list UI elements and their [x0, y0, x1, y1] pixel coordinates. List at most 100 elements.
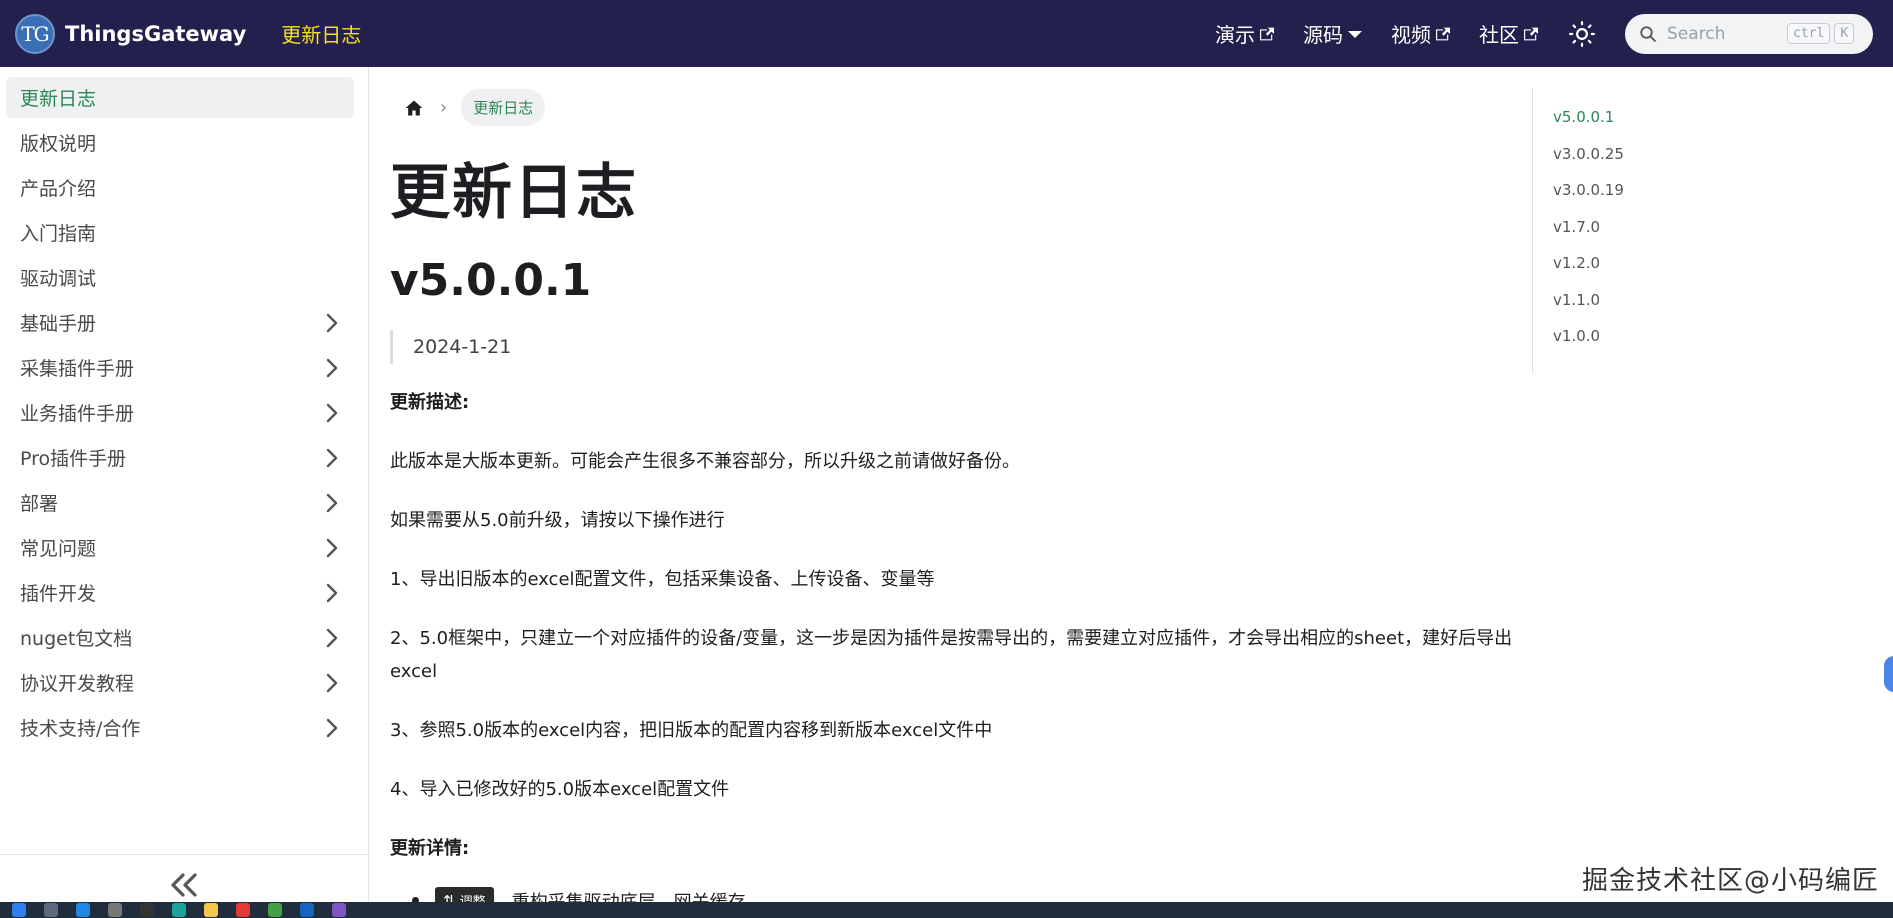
search-input[interactable] — [1667, 23, 1787, 44]
sidebar-item[interactable]: 产品介绍 — [6, 167, 354, 208]
chevron-right-icon[interactable] — [326, 718, 338, 738]
caret-down-icon — [1348, 30, 1362, 38]
sidebar-item[interactable]: 基础手册 — [6, 302, 354, 343]
external-link-icon — [1436, 27, 1450, 40]
sidebar-item-label: 协议开发教程 — [20, 673, 135, 695]
description-heading: 更新描述: — [390, 392, 470, 413]
breadcrumb: › 更新日志 — [390, 89, 1530, 126]
sidebar-item-label: 技术支持/合作 — [20, 718, 141, 740]
breadcrumb-separator: › — [440, 97, 448, 118]
sun-icon — [1569, 20, 1595, 47]
theme-toggle-button[interactable] — [1567, 19, 1597, 49]
toc-item[interactable]: v1.0.0 — [1553, 327, 1832, 364]
sidebar-item-label: 驱动调试 — [20, 268, 97, 290]
sidebar-item[interactable]: 驱动调试 — [6, 257, 354, 298]
nav-link-demo[interactable]: 演示 — [1215, 19, 1274, 48]
search-icon[interactable] — [44, 903, 58, 917]
app-icon[interactable] — [76, 903, 90, 917]
toc-item[interactable]: v1.1.0 — [1553, 291, 1832, 328]
nav-link-changelog[interactable]: 更新日志 — [281, 19, 361, 48]
sidebar-item[interactable]: Pro插件手册 — [6, 437, 354, 478]
folder-icon[interactable] — [204, 903, 218, 917]
toc-item[interactable]: v1.7.0 — [1553, 218, 1832, 255]
floating-button[interactable] — [1884, 656, 1893, 692]
search-box[interactable]: ctrl K — [1625, 13, 1873, 54]
toc-item[interactable]: v3.0.0.19 — [1553, 181, 1832, 218]
sidebar-item-label: 常见问题 — [20, 538, 97, 560]
nav-link-label: 源码 — [1303, 23, 1343, 47]
kbd-k: K — [1834, 23, 1855, 44]
nav-right: 演示 源码 视频 社区 ctrl K — [1215, 0, 1893, 67]
app-icon[interactable] — [300, 903, 314, 917]
app-icon[interactable] — [172, 903, 186, 917]
browser-icon[interactable] — [268, 903, 282, 917]
nav-link-label: 视频 — [1391, 23, 1431, 47]
paragraph: 3、参照5.0版本的excel内容，把旧版本的配置内容移到新版本excel文件中 — [390, 720, 993, 741]
chevron-right-icon[interactable] — [326, 358, 338, 378]
sidebar-item[interactable]: 常见问题 — [6, 527, 354, 568]
external-link-icon — [1260, 27, 1274, 40]
version-heading: v5.0.0.1 — [390, 255, 592, 306]
chevron-right-icon[interactable] — [326, 673, 338, 693]
kbd-ctrl: ctrl — [1787, 23, 1831, 44]
double-chevron-left-icon — [171, 872, 197, 897]
logo-icon: TG — [15, 13, 55, 54]
main-content: › 更新日志 更新日志 v5.0.0.1 2024-1-21 更新描述: 此版本… — [390, 67, 1530, 918]
navbar: TG ThingsGateway 更新日志 演示 源码 视频 社区 Search… — [0, 0, 1893, 67]
nav-link-community[interactable]: 社区 — [1479, 19, 1538, 48]
sidebar-item-label: 入门指南 — [20, 223, 97, 245]
breadcrumb-current: 更新日志 — [461, 89, 546, 126]
sidebar-item-label: 采集插件手册 — [20, 358, 135, 380]
details-heading: 更新详情: — [390, 838, 470, 859]
app-icon[interactable] — [332, 903, 346, 917]
nav-link-source[interactable]: 源码 — [1303, 19, 1362, 48]
watermark: 掘金技术社区@小码编匠 — [1582, 866, 1880, 896]
sidebar-item[interactable]: 采集插件手册 — [6, 347, 354, 388]
chevron-right-icon[interactable] — [326, 448, 338, 468]
paragraph: 4、导入已修改好的5.0版本excel配置文件 — [390, 779, 730, 800]
sidebar-item[interactable]: 更新日志 — [6, 77, 354, 118]
sidebar-item[interactable]: 版权说明 — [6, 122, 354, 163]
app-icon[interactable] — [236, 903, 250, 917]
sidebar-item[interactable]: 协议开发教程 — [6, 662, 354, 703]
chevron-right-icon[interactable] — [326, 313, 338, 333]
app-icon[interactable] — [140, 903, 154, 917]
paragraph: 1、导出旧版本的excel配置文件，包括采集设备、上传设备、变量等 — [390, 569, 935, 590]
toc-item[interactable]: v1.2.0 — [1553, 254, 1832, 291]
chevron-right-icon[interactable] — [326, 403, 338, 423]
sidebar-item-label: 插件开发 — [20, 583, 97, 605]
sidebar-list: 更新日志版权说明产品介绍入门指南驱动调试基础手册采集插件手册 业务插件手册 Pro插… — [0, 67, 368, 748]
sidebar-item[interactable]: 部署 — [6, 482, 354, 523]
chevron-right-icon[interactable] — [326, 583, 338, 603]
sidebar-item-label: 部署 — [20, 493, 59, 515]
sidebar-item-label: 产品介绍 — [20, 178, 97, 200]
external-link-icon — [1524, 27, 1538, 40]
sidebar-item-label: 业务插件手册 — [20, 403, 135, 425]
home-icon[interactable] — [402, 96, 426, 120]
settings-icon[interactable] — [108, 903, 122, 917]
toc-item[interactable]: v5.0.0.1 — [1553, 108, 1832, 145]
sidebar-item-label: 更新日志 — [20, 88, 97, 110]
nav-link-video[interactable]: 视频 — [1391, 19, 1450, 48]
sidebar-item[interactable]: 业务插件手册 — [6, 392, 354, 433]
os-taskbar — [0, 902, 1893, 918]
brand-link[interactable]: TG ThingsGateway — [15, 13, 246, 54]
search-icon — [1640, 25, 1657, 42]
sidebar-item[interactable]: 技术支持/合作 — [6, 707, 354, 748]
release-date: 2024-1-21 — [390, 330, 1530, 364]
sidebar-item[interactable]: nuget包文档 — [6, 617, 354, 658]
paragraph: 此版本是大版本更新。可能会产生很多不兼容部分，所以升级之前请做好备份。 — [390, 451, 1020, 472]
toc-item[interactable]: v3.0.0.25 — [1553, 145, 1832, 182]
sidebar-item[interactable]: 插件开发 — [6, 572, 354, 613]
sidebar-item-label: nuget包文档 — [20, 628, 133, 650]
chevron-right-icon[interactable] — [326, 493, 338, 513]
chevron-right-icon[interactable] — [326, 628, 338, 648]
nav-link-label: 演示 — [1215, 23, 1255, 47]
chevron-right-icon[interactable] — [326, 538, 338, 558]
sidebar-item-label: Pro插件手册 — [20, 448, 127, 470]
sidebar-item[interactable]: 入门指南 — [6, 212, 354, 253]
nav-link-label: 社区 — [1479, 23, 1519, 47]
sidebar-item-label: 基础手册 — [20, 313, 97, 335]
start-icon[interactable] — [12, 903, 26, 917]
sidebar-item-label: 版权说明 — [20, 133, 97, 155]
